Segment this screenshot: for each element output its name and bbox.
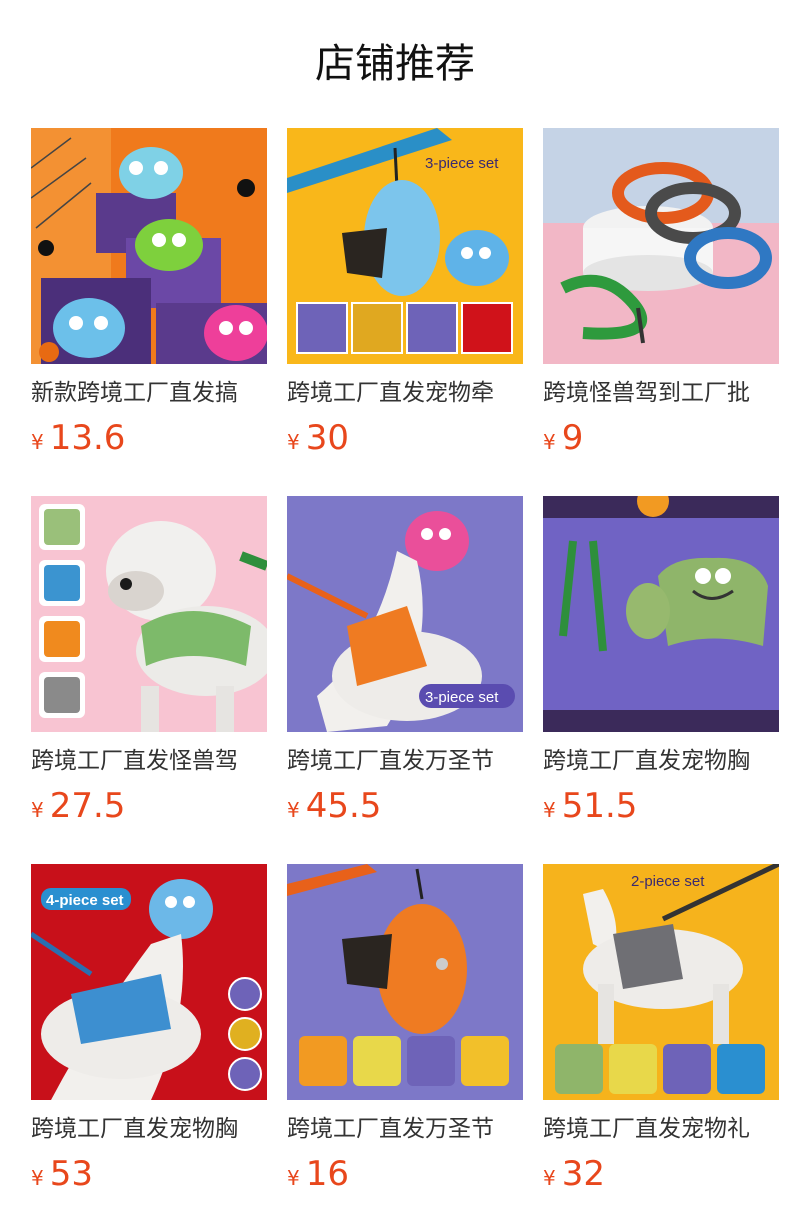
product-name[interactable]: 新款跨境工厂直发搞 [31,378,267,408]
product-price: ¥51.5 [543,786,779,832]
poop-bag-holder-image: 3-piece set [287,128,523,364]
price-value: 9 [561,418,584,458]
product-grid: 新款跨境工厂直发搞 ¥13.6 3-piece set 跨境工厂直发宠物牵 ¥ … [0,0,790,1232]
blue-harness-set-image: 4-piece set [31,864,267,1100]
currency-symbol: ¥ [287,798,300,822]
currency-symbol: ¥ [543,1166,556,1190]
product-card[interactable]: 跨境工厂直发宠物胸 ¥51.5 [543,496,779,832]
monster-toys-halloween-image [31,128,267,364]
product-name[interactable]: 跨境工厂直发宠物牵 [287,378,523,408]
price-value: 27.5 [49,786,126,826]
product-name[interactable]: 跨境工厂直发宠物胸 [31,1114,267,1144]
product-name[interactable]: 跨境工厂直发怪兽驾 [31,746,267,776]
green-harness-set-image [543,496,779,732]
bulldog-harness-image [31,496,267,732]
product-price: ¥32 [543,1154,779,1200]
price-value: 45.5 [305,786,382,826]
dog-leashes-image [543,128,779,364]
currency-symbol: ¥ [31,430,44,454]
grey-harness-set-image: 2-piece set [543,864,779,1100]
product-image[interactable] [543,128,779,364]
currency-symbol: ¥ [31,1166,44,1190]
product-card[interactable]: 跨境工厂直发万圣节 ¥16 [287,864,523,1200]
orange-poop-bag-image [287,864,523,1100]
product-image[interactable] [31,128,267,364]
orange-harness-set-image: 3-piece set [287,496,523,732]
product-name[interactable]: 跨境工厂直发万圣节 [287,1114,523,1144]
product-price: ¥9 [543,418,779,464]
product-price: ¥13.6 [31,418,267,464]
product-card[interactable]: 3-piece set 跨境工厂直发万圣节 ¥45.5 [287,496,523,832]
product-name[interactable]: 跨境工厂直发宠物礼 [543,1114,779,1144]
product-name[interactable]: 跨境工厂直发万圣节 [287,746,523,776]
currency-symbol: ¥ [31,798,44,822]
product-image[interactable]: 4-piece set [31,864,267,1100]
badge-text: 4-piece set [46,892,124,909]
product-card[interactable]: 2-piece set 跨境工厂直发宠物礼 ¥32 [543,864,779,1200]
product-image[interactable]: 2-piece set [543,864,779,1100]
product-image[interactable] [543,496,779,732]
product-name[interactable]: 跨境工厂直发宠物胸 [543,746,779,776]
product-image[interactable]: 3-piece set [287,496,523,732]
price-value: 32 [561,1154,605,1194]
product-image[interactable] [31,496,267,732]
price-value: 51.5 [561,786,638,826]
price-value: 16 [305,1154,349,1194]
product-image[interactable] [287,864,523,1100]
product-price: ¥53 [31,1154,267,1200]
price-value: 13.6 [49,418,126,458]
currency-symbol: ¥ [543,430,556,454]
badge-text: 3-piece set [425,689,499,706]
price-value: 30 [305,418,349,458]
product-price: ¥45.5 [287,786,523,832]
product-card[interactable]: 新款跨境工厂直发搞 ¥13.6 [31,128,267,464]
product-image[interactable]: 3-piece set [287,128,523,364]
product-name[interactable]: 跨境怪兽驾到工厂批 [543,378,779,408]
badge-text: 2-piece set [631,873,705,890]
product-price: ¥16 [287,1154,523,1200]
product-card[interactable]: 3-piece set 跨境工厂直发宠物牵 ¥30 [287,128,523,464]
currency-symbol: ¥ [287,430,300,454]
product-price: ¥30 [287,418,523,464]
product-price: ¥27.5 [31,786,267,832]
product-card[interactable]: 跨境工厂直发怪兽驾 ¥27.5 [31,496,267,832]
price-value: 53 [49,1154,93,1194]
badge-text: 3-piece set [425,155,499,172]
product-card[interactable]: 4-piece set 跨境工厂直发宠物胸 ¥53 [31,864,267,1200]
currency-symbol: ¥ [543,798,556,822]
currency-symbol: ¥ [287,1166,300,1190]
product-card[interactable]: 跨境怪兽驾到工厂批 ¥9 [543,128,779,464]
